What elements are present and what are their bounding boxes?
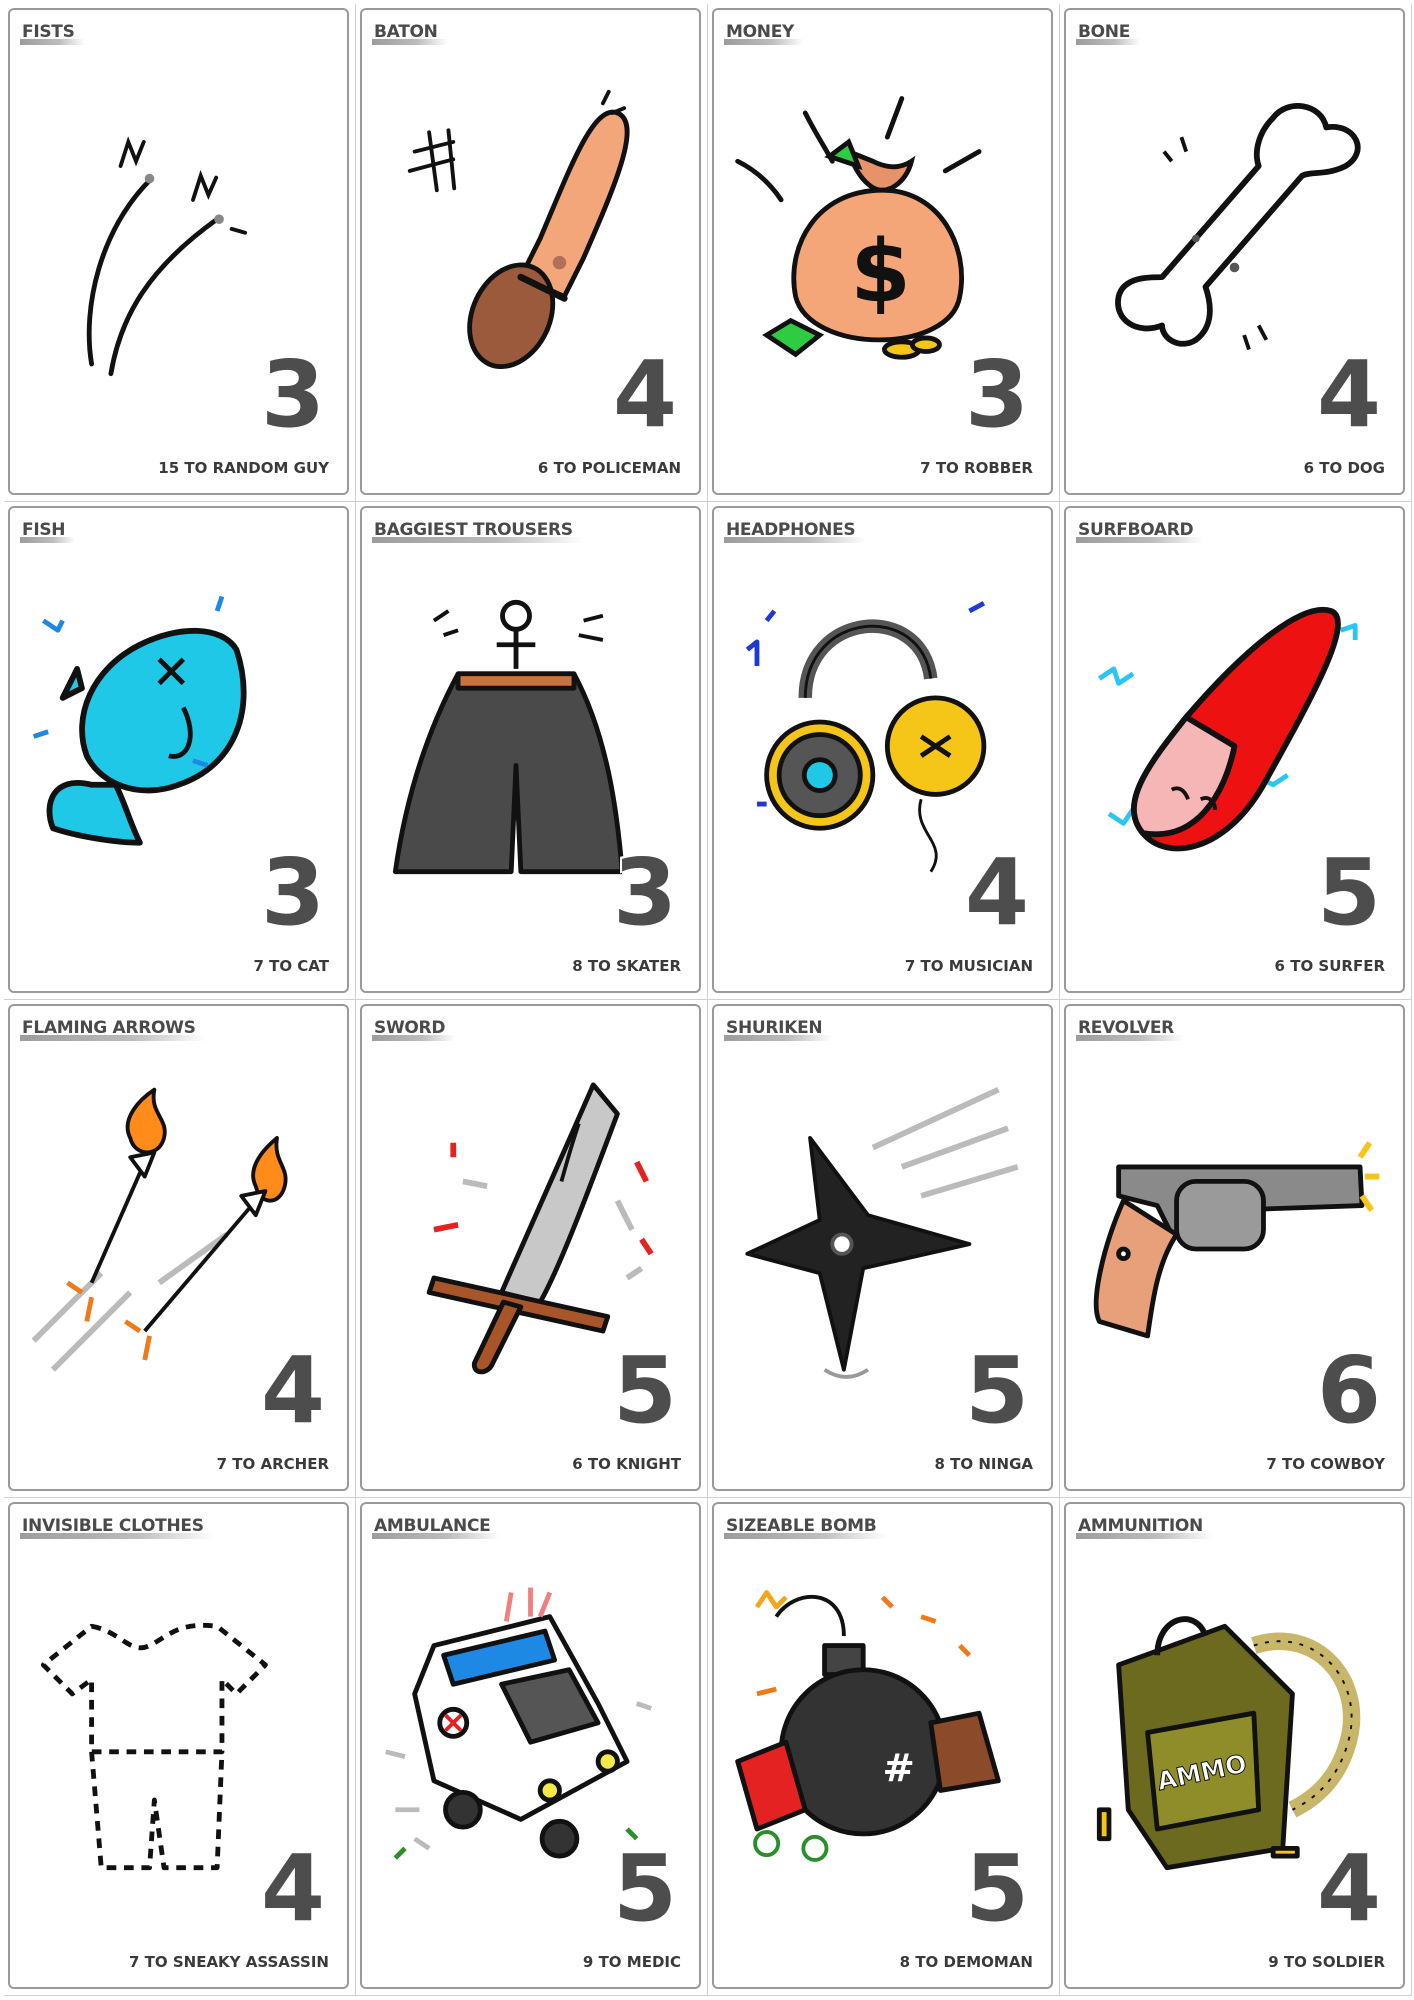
bomb-mark: # <box>883 1746 915 1791</box>
card-slot: REVOLVER 6 7 TO COWBOY <box>1060 1000 1412 1498</box>
card-bonus: 6 TO POLICEMAN <box>537 459 681 477</box>
card-invisible-clothes[interactable]: INVISIBLE CLOTHES 4 7 TO SNEAKY ASSASSIN <box>8 1502 349 1989</box>
card-title: SURFBOARD <box>1076 520 1204 543</box>
card-value: 5 <box>612 1835 677 1942</box>
card-bonus: 6 TO DOG <box>1303 459 1385 477</box>
card-value: 5 <box>964 1835 1029 1942</box>
card-title: FISTS <box>20 22 85 45</box>
card-fists[interactable]: FISTS 3 15 TO RANDOM GUY <box>8 8 349 495</box>
card-title: MONEY <box>724 22 805 45</box>
card-slot: MONEY $ 3 7 TO ROBBER <box>708 4 1060 502</box>
card-value: 4 <box>964 839 1029 946</box>
card-bonus: 8 TO NINGA <box>934 1455 1033 1473</box>
card-flaming-arrows[interactable]: FLAMING ARROWS 4 7 TO ARCHER <box>8 1004 349 1491</box>
card-value: 5 <box>612 1337 677 1444</box>
card-slot: AMMUNITION AMMO 4 9 TO SOLDIER <box>1060 1498 1412 1996</box>
card-value: 4 <box>260 1337 325 1444</box>
card-money[interactable]: MONEY $ 3 7 TO ROBBER <box>712 8 1053 495</box>
card-sword[interactable]: SWORD 5 6 TO KNIGHT <box>360 1004 701 1491</box>
card-bonus: 9 TO MEDIC <box>582 1953 681 1971</box>
card-bonus: 7 TO MUSICIAN <box>904 957 1033 975</box>
card-title: REVOLVER <box>1076 1018 1184 1041</box>
card-baggiest-trousers[interactable]: BAGGIEST TROUSERS 3 8 TO SKATER <box>360 506 701 993</box>
card-slot: FISH 3 7 TO CAT <box>4 502 356 1000</box>
card-title: AMBULANCE <box>372 1516 501 1539</box>
card-slot: HEADPHONES 4 7 TO MUSICIAN <box>708 502 1060 1000</box>
card-slot: BATON 4 6 TO POLICEMAN <box>356 4 708 502</box>
card-title: SIZEABLE BOMB <box>724 1516 887 1539</box>
card-value: 4 <box>1316 341 1381 448</box>
card-title: INVISIBLE CLOTHES <box>20 1516 214 1539</box>
card-bonus: 7 TO COWBOY <box>1266 1455 1385 1473</box>
card-value: 3 <box>260 341 325 448</box>
card-title: BAGGIEST TROUSERS <box>372 520 583 543</box>
card-value: 3 <box>260 839 325 946</box>
card-fish[interactable]: FISH 3 7 TO CAT <box>8 506 349 993</box>
card-value: 5 <box>1316 839 1381 946</box>
card-ambulance[interactable]: AMBULANCE 5 9 TO MEDIC <box>360 1502 701 1989</box>
card-bonus: 8 TO DEMOMAN <box>899 1953 1033 1971</box>
card-value: 3 <box>612 839 677 946</box>
card-bonus: 8 TO SKATER <box>572 957 681 975</box>
card-slot: AMBULANCE 5 9 TO MEDIC <box>356 1498 708 1996</box>
card-title: AMMUNITION <box>1076 1516 1213 1539</box>
card-surfboard[interactable]: SURFBOARD 5 6 TO SURFER <box>1064 506 1405 993</box>
card-title: FISH <box>20 520 76 543</box>
card-bone[interactable]: BONE 4 6 TO DOG <box>1064 8 1405 495</box>
card-title: BATON <box>372 22 448 45</box>
card-value: 4 <box>612 341 677 448</box>
card-baton[interactable]: BATON 4 6 TO POLICEMAN <box>360 8 701 495</box>
card-bonus: 7 TO ROBBER <box>920 459 1033 477</box>
card-sizeable-bomb[interactable]: SIZEABLE BOMB # 5 8 TO DEMOMAN <box>712 1502 1053 1989</box>
card-shuriken[interactable]: SHURIKEN 5 8 TO NINGA <box>712 1004 1053 1491</box>
card-slot: SHURIKEN 5 8 TO NINGA <box>708 1000 1060 1498</box>
card-value: 4 <box>260 1835 325 1942</box>
card-slot: BONE 4 6 TO DOG <box>1060 4 1412 502</box>
card-value: 3 <box>964 341 1029 448</box>
card-slot: FLAMING ARROWS 4 7 TO ARCHER <box>4 1000 356 1498</box>
card-slot: SURFBOARD 5 6 TO SURFER <box>1060 502 1412 1000</box>
card-slot: INVISIBLE CLOTHES 4 7 TO SNEAKY ASSASSIN <box>4 1498 356 1996</box>
card-value: 6 <box>1316 1337 1381 1444</box>
card-bonus: 7 TO SNEAKY ASSASSIN <box>128 1953 329 1971</box>
card-slot: BAGGIEST TROUSERS 3 8 TO SKATER <box>356 502 708 1000</box>
card-slot: FISTS 3 15 TO RANDOM GUY <box>4 4 356 502</box>
money-symbol: $ <box>850 221 910 322</box>
card-ammunition[interactable]: AMMUNITION AMMO 4 9 TO SOLDIER <box>1064 1502 1405 1989</box>
card-slot: SWORD 5 6 TO KNIGHT <box>356 1000 708 1498</box>
card-title: SWORD <box>372 1018 456 1041</box>
card-sheet: FISTS 3 15 TO RANDOM GUY BATON 4 6 TO PO… <box>4 4 1412 1996</box>
card-title: HEADPHONES <box>724 520 866 543</box>
card-bonus: 9 TO SOLDIER <box>1268 1953 1385 1971</box>
card-slot: SIZEABLE BOMB # 5 8 TO DEMOMAN <box>708 1498 1060 1996</box>
card-title: FLAMING ARROWS <box>20 1018 206 1041</box>
card-headphones[interactable]: HEADPHONES 4 7 TO MUSICIAN <box>712 506 1053 993</box>
card-bonus: 7 TO CAT <box>253 957 329 975</box>
card-value: 4 <box>1316 1835 1381 1942</box>
card-title: BONE <box>1076 22 1141 45</box>
card-bonus: 7 TO ARCHER <box>216 1455 329 1473</box>
card-bonus: 6 TO SURFER <box>1274 957 1385 975</box>
card-title: SHURIKEN <box>724 1018 833 1041</box>
card-bonus: 6 TO KNIGHT <box>572 1455 681 1473</box>
card-bonus: 15 TO RANDOM GUY <box>158 459 329 477</box>
card-revolver[interactable]: REVOLVER 6 7 TO COWBOY <box>1064 1004 1405 1491</box>
card-value: 5 <box>964 1337 1029 1444</box>
